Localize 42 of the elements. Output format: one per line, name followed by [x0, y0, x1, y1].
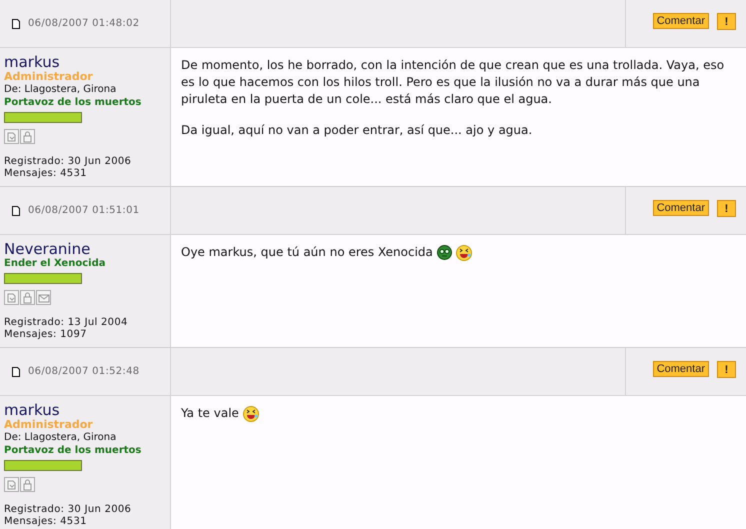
document-icon	[12, 206, 20, 216]
message-count: Mensajes: 4531	[4, 168, 88, 180]
report-button[interactable]: !	[717, 200, 736, 217]
document-icon	[12, 366, 20, 376]
laughing-smiley-icon	[242, 406, 259, 422]
user-location: De: Llagostera, Girona	[4, 431, 118, 444]
lock-icon[interactable]	[20, 129, 35, 144]
comment-button[interactable]: Comentar	[652, 200, 709, 216]
registration-date: Registrado: 30 Jun 2006	[4, 156, 132, 168]
user-location: De: Llagostera, Girona	[4, 83, 118, 96]
post-text: Ya te vale	[181, 405, 239, 422]
laughing-smiley-icon	[456, 244, 472, 260]
user-rank: Ender el Xenocida	[4, 257, 106, 270]
user-rank: Portavoz de los muertos	[4, 444, 142, 457]
post-date: 06/08/2007 01:48:02	[28, 18, 140, 29]
lock-icon[interactable]	[20, 477, 35, 492]
username[interactable]: markus	[4, 54, 166, 70]
user-rank: Portavoz de los muertos	[4, 96, 142, 109]
profile-icon[interactable]	[4, 290, 19, 305]
message-count: Mensajes: 1097	[4, 329, 88, 341]
user-role: Administrador	[4, 70, 94, 83]
registration-date: Registrado: 13 Jul 2004	[4, 317, 129, 329]
user-role: Administrador	[4, 418, 94, 431]
username[interactable]: markus	[4, 402, 166, 418]
document-icon	[12, 18, 20, 28]
post-date: 06/08/2007 01:52:48	[28, 366, 140, 377]
post-text: Oye markus, que tú aún no eres Xenocida	[181, 244, 433, 261]
comment-button[interactable]: Comentar	[652, 361, 709, 377]
post-text: Da igual, aquí no van a poder entrar, así que... ajo y agua.	[181, 122, 532, 139]
goggle-eyed-smiley-icon	[436, 245, 452, 260]
lock-icon[interactable]	[20, 290, 35, 305]
profile-icon[interactable]	[4, 477, 19, 492]
profile-icon[interactable]	[4, 129, 19, 144]
report-button[interactable]: !	[717, 361, 736, 378]
report-button[interactable]: !	[717, 13, 736, 30]
post-text: De momento, los he borrado, con la intención de que crean que es una trollada. Vaya, eso es lo que hacemos con los hilos troll. Pero es que la ilusión no va a durar más que una piruleta en la puerta de un cole... está más claro que el agua.	[181, 57, 726, 108]
username[interactable]: Neveranine	[4, 241, 166, 257]
post-date: 06/08/2007 01:51:01	[28, 205, 140, 216]
comment-button[interactable]: Comentar	[652, 13, 709, 29]
registration-date: Registrado: 30 Jun 2006	[4, 504, 132, 516]
message-count: Mensajes: 4531	[4, 516, 88, 528]
mail-icon[interactable]	[36, 290, 51, 305]
